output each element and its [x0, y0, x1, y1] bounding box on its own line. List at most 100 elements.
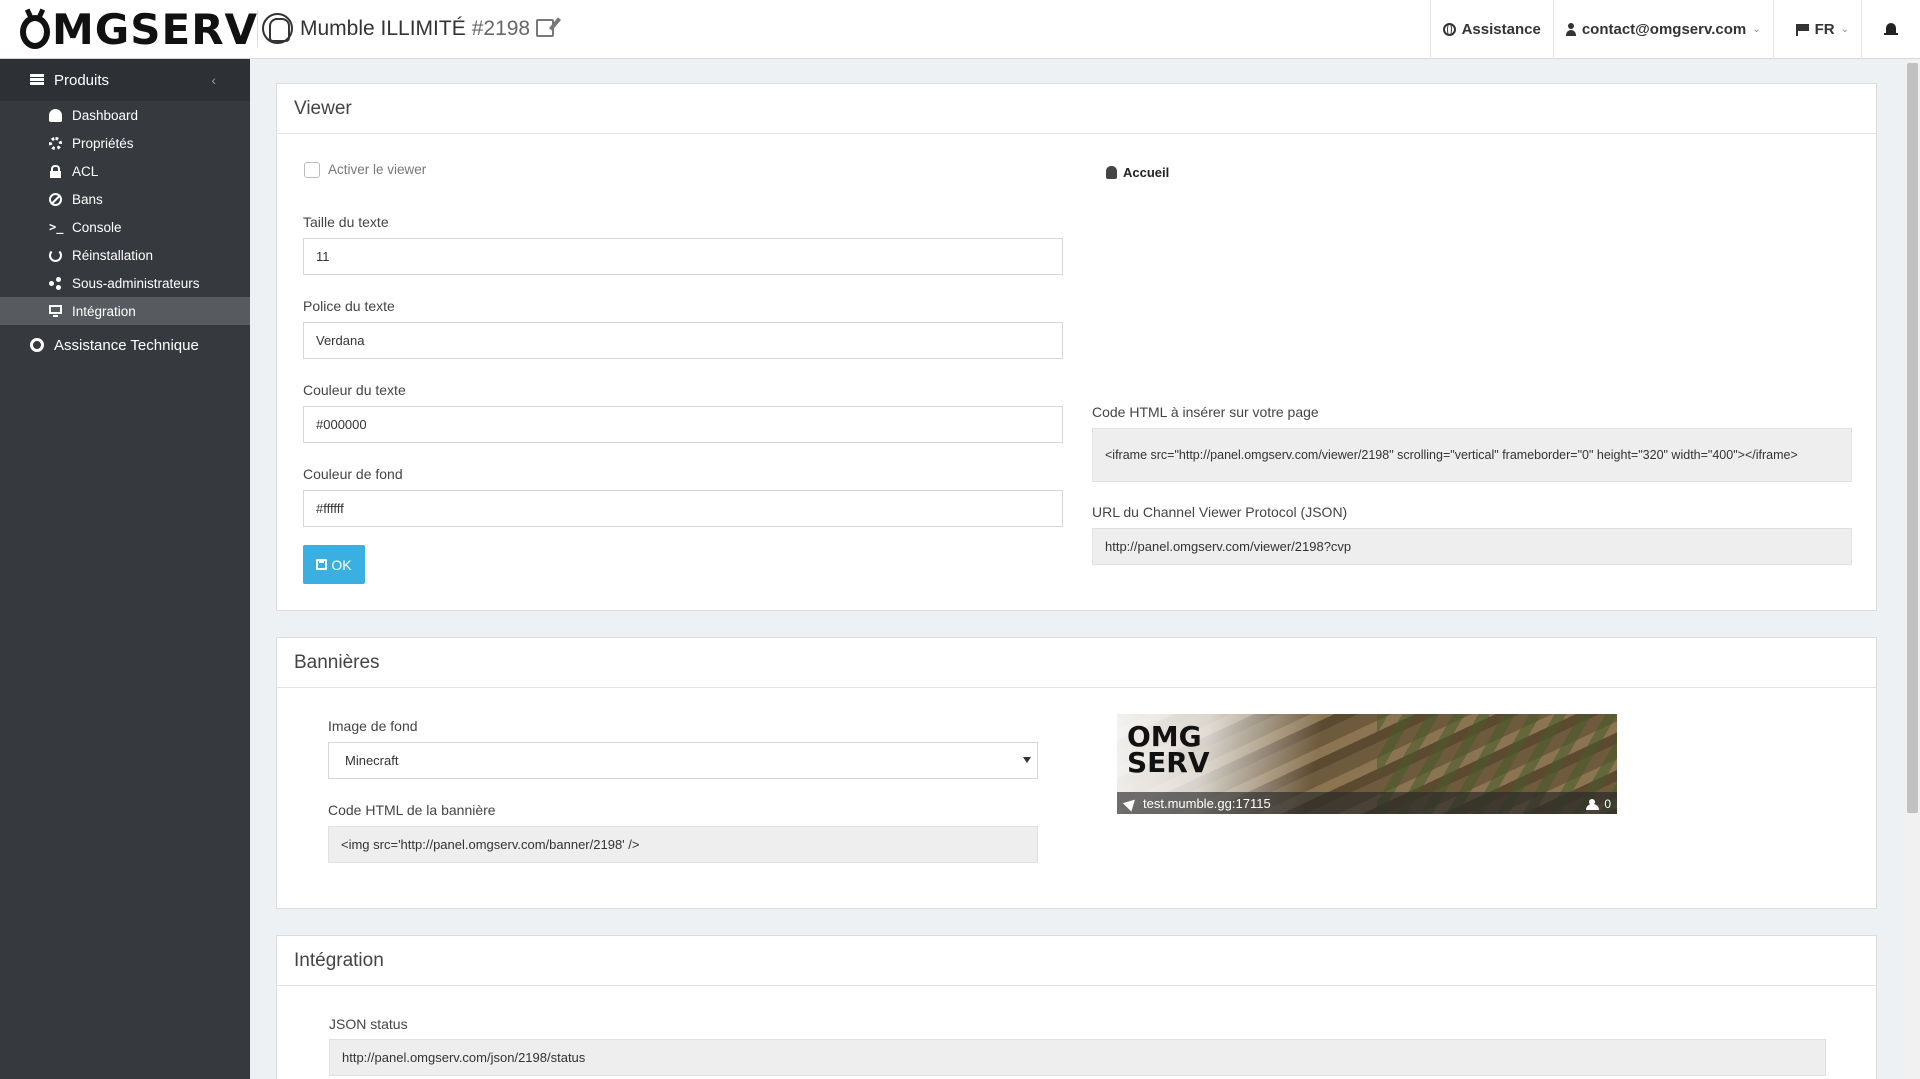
viewer-panel: Viewer Activer le viewer Taille du texte…: [276, 83, 1877, 611]
gear-icon: [49, 136, 62, 150]
assistance-link[interactable]: Assistance: [1429, 0, 1553, 59]
sidebar-item-label: Sous-administrateurs: [72, 275, 200, 291]
sidebar-item-label: Dashboard: [72, 107, 139, 123]
cvp-url-label: URL du Channel Viewer Protocol (JSON): [1092, 504, 1348, 520]
chevron-down-icon: [1023, 757, 1031, 763]
panel-title: Intégration: [277, 936, 1876, 986]
bg-color-label: Couleur de fond: [303, 466, 403, 482]
sidebar-item-label: Console: [72, 219, 122, 235]
panel-title: Viewer: [277, 84, 1876, 134]
json-status-label: JSON status: [329, 1016, 408, 1032]
header-divider: [257, 10, 258, 48]
font-label: Police du texte: [303, 298, 395, 314]
html-code-field[interactable]: <iframe src="http://panel.omgserv.com/vi…: [1092, 428, 1852, 482]
users-icon: [1586, 799, 1600, 810]
text-size-input[interactable]: 11: [303, 238, 1063, 275]
user-icon: [1565, 23, 1576, 36]
banner-code-label: Code HTML de la bannière: [328, 802, 496, 818]
account-email: contact@omgserv.com: [1581, 21, 1747, 38]
brand-logo[interactable]: MGSERV: [20, 7, 258, 53]
language-menu[interactable]: FR ⌄: [1772, 0, 1861, 59]
viewer-preview-root[interactable]: Accueil: [1106, 165, 1169, 180]
sidebar-submenu: Dashboard Propriétés ACL Bans >_ Console…: [0, 101, 250, 325]
integration-panel: Intégration JSON status http://panel.omg…: [276, 935, 1877, 1079]
font-input[interactable]: Verdana: [303, 322, 1063, 359]
banner-logo-line2: SERV: [1127, 746, 1210, 779]
sidebar-item-console[interactable]: >_ Console: [0, 213, 250, 241]
location-arrow-icon: [1122, 794, 1140, 812]
mumble-icon: [1106, 166, 1117, 179]
sidebar-item-dashboard[interactable]: Dashboard: [0, 101, 250, 129]
lifebuoy-icon: [30, 338, 44, 352]
refresh-icon: [49, 248, 62, 262]
sidebar-item-proprietes[interactable]: Propriétés: [0, 129, 250, 157]
chevron-left-icon[interactable]: ‹: [211, 72, 216, 88]
sidebar-item-sous-administrateurs[interactable]: Sous-administrateurs: [0, 269, 250, 297]
html-code-label: Code HTML à insérer sur votre page: [1092, 404, 1319, 420]
sidebar-item-integration[interactable]: Intégration: [0, 297, 250, 325]
banner-count-value: 0: [1604, 797, 1611, 811]
header-nav: Assistance contact@omgserv.com ⌄ FR ⌄: [1429, 0, 1920, 59]
banner-preview: OMG SERV test.mumble.gg:17115 0: [1117, 714, 1617, 814]
account-menu[interactable]: contact@omgserv.com ⌄: [1552, 0, 1773, 59]
sidebar-section-produits[interactable]: Produits ‹: [0, 59, 250, 101]
panel-title: Bannières: [277, 638, 1876, 688]
bg-image-value: Minecraft: [345, 753, 399, 768]
brand-name: MGSERV: [52, 5, 259, 54]
product-id: #2198: [471, 17, 531, 40]
lifebuoy-icon: [1442, 23, 1456, 36]
text-color-label: Couleur du texte: [303, 382, 406, 398]
sidebar-item-acl[interactable]: ACL: [0, 157, 250, 185]
ban-icon: [49, 192, 62, 206]
terminal-icon: >_: [49, 219, 64, 234]
bg-image-label: Image de fond: [328, 718, 418, 734]
json-status-field[interactable]: http://panel.omgserv.com/json/2198/statu…: [329, 1039, 1826, 1076]
sidebar-section-label: Produits: [54, 71, 110, 89]
monitor-icon: [49, 304, 62, 318]
banner-user-count: 0: [1586, 797, 1611, 811]
logo-mascot-icon: [20, 15, 50, 49]
mumble-product-icon: [262, 13, 293, 44]
banners-panel: Bannières Image de fond Minecraft Code H…: [276, 637, 1877, 909]
product-name: Mumble ILLIMITÉ: [300, 17, 466, 40]
scrollbar-thumb[interactable]: [1907, 63, 1918, 813]
bg-image-select[interactable]: Minecraft: [328, 742, 1038, 779]
sidebar-item-label: Propriétés: [72, 135, 134, 151]
text-color-input[interactable]: #000000: [303, 406, 1063, 443]
text-size-label: Taille du texte: [303, 214, 389, 230]
sidebar-item-label: ACL: [72, 163, 99, 179]
assistance-label: Assistance: [1461, 21, 1541, 38]
ok-button[interactable]: OK: [303, 545, 365, 584]
lock-icon: [49, 164, 62, 178]
sidebar-item-label: Bans: [72, 191, 103, 207]
banner-code-field[interactable]: <img src='http://panel.omgserv.com/banne…: [328, 826, 1038, 863]
share-icon: [49, 277, 62, 290]
bg-color-input[interactable]: #ffffff: [303, 490, 1063, 527]
banner-logo: OMG SERV: [1127, 723, 1210, 779]
product-title: Mumble ILLIMITÉ #2198: [300, 17, 555, 41]
sidebar-item-label: Réinstallation: [72, 247, 154, 263]
language-label: FR: [1814, 21, 1835, 38]
flag-icon: [1795, 24, 1809, 36]
enable-viewer-checkbox[interactable]: [304, 162, 320, 178]
banner-address: test.mumble.gg:17115: [1143, 795, 1271, 811]
chevron-down-icon: ⌄: [1840, 24, 1849, 35]
dashboard-icon: [49, 108, 62, 122]
top-bar: MGSERV Mumble ILLIMITÉ #2198 Assistance …: [0, 0, 1920, 59]
sidebar-item-bans[interactable]: Bans: [0, 185, 250, 213]
sidebar-item-reinstallation[interactable]: Réinstallation: [0, 241, 250, 269]
bell-icon: [1884, 22, 1898, 37]
save-icon: [316, 559, 328, 570]
preview-root-label: Accueil: [1123, 165, 1170, 180]
edit-icon[interactable]: [536, 19, 555, 37]
sidebar-item-label: Intégration: [72, 303, 136, 319]
sidebar-section-assistance[interactable]: Assistance Technique: [0, 327, 250, 363]
ok-label: OK: [331, 556, 352, 573]
notifications-button[interactable]: [1861, 0, 1920, 59]
chevron-down-icon: ⌄: [1752, 24, 1761, 35]
sidebar-section-label: Assistance Technique: [54, 336, 199, 354]
cvp-url-field[interactable]: http://panel.omgserv.com/viewer/2198?cvp: [1092, 528, 1852, 565]
sidebar: Produits ‹ Dashboard Propriétés ACL Bans…: [0, 59, 250, 1079]
banner-status-bar: test.mumble.gg:17115: [1117, 792, 1617, 814]
enable-viewer-label: Activer le viewer: [328, 162, 427, 177]
